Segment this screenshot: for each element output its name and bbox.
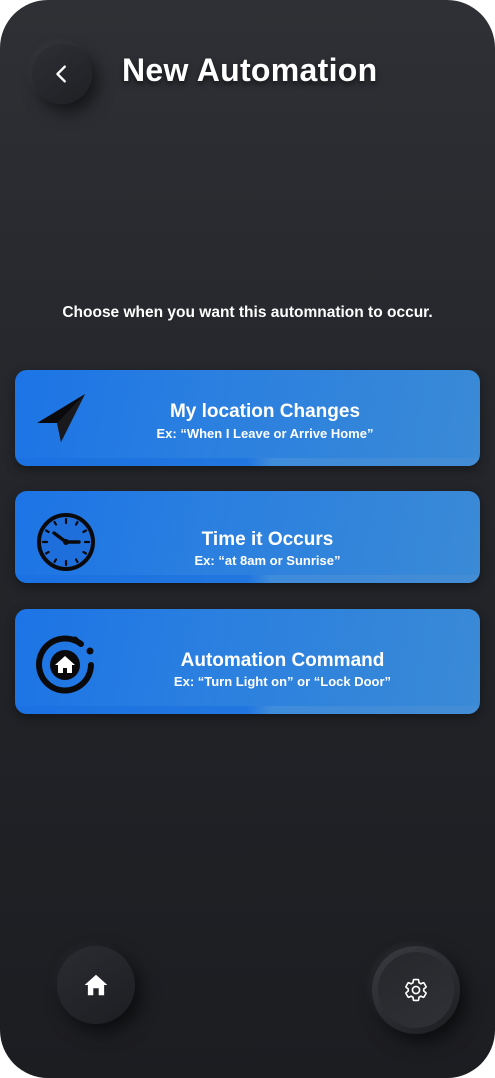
instruction-text: Choose when you want this automnation to… xyxy=(62,304,433,321)
settings-button[interactable] xyxy=(372,946,460,1034)
option-text: Time it Occurs Ex: “at 8am or Sunrise” xyxy=(115,529,420,568)
option-subtitle: Ex: “When I Leave or Arrive Home” xyxy=(156,426,374,441)
time-option[interactable]: Time it Occurs Ex: “at 8am or Sunrise” xyxy=(15,491,480,583)
settings-button-face xyxy=(378,952,454,1028)
option-title: Automation Command xyxy=(180,650,385,671)
home-icon xyxy=(84,974,108,996)
option-subtitle: Ex: “Turn Light on” or “Lock Door” xyxy=(173,674,392,689)
location-arrow-icon xyxy=(33,390,89,446)
option-text: My location Changes Ex: “When I Leave or… xyxy=(115,401,415,441)
page-title: New Automation xyxy=(122,52,378,88)
back-button[interactable] xyxy=(32,44,92,104)
option-title: Time it Occurs xyxy=(201,529,334,550)
gear-icon xyxy=(405,978,427,1002)
smart-home-icon xyxy=(29,627,101,699)
option-text: Automation Command Ex: “Turn Light on” o… xyxy=(130,650,435,689)
clock-icon xyxy=(35,511,97,573)
chevron-left-icon xyxy=(56,65,66,83)
option-title: My location Changes xyxy=(169,401,361,422)
automation-command-option[interactable]: Automation Command Ex: “Turn Light on” o… xyxy=(15,609,480,714)
app-screen: New Automation Choose when you want this… xyxy=(0,0,495,1078)
location-change-option[interactable]: My location Changes Ex: “When I Leave or… xyxy=(15,370,480,466)
home-button[interactable] xyxy=(57,946,135,1024)
option-subtitle: Ex: “at 8am or Sunrise” xyxy=(194,553,341,568)
